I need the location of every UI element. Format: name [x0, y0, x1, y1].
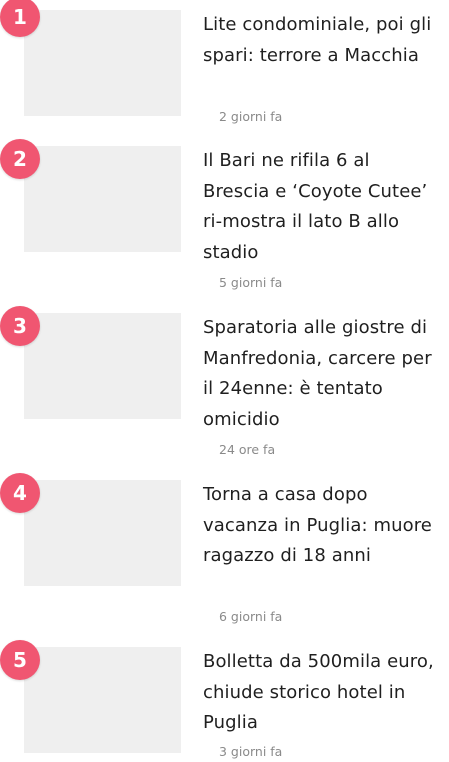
article-title-link[interactable]: Sparatoria alle giostre di Manfredonia, … [203, 313, 441, 435]
rank-badge: 5 [0, 640, 40, 680]
article-thumbnail[interactable] [24, 480, 181, 586]
article-timestamp: 5 giorni fa [219, 275, 283, 290]
article-timestamp: 2 giorni fa [219, 109, 283, 124]
most-read-list: 1 Lite condominiale, poi gli spari: terr… [0, 0, 449, 762]
article-thumbnail[interactable] [24, 146, 181, 252]
article-timestamp: 6 giorni fa [219, 609, 283, 624]
article-thumbnail[interactable] [24, 647, 181, 753]
article-title-link[interactable]: Bolletta da 500mila euro, chiude storico… [203, 647, 441, 739]
article-timestamp: 24 ore fa [219, 442, 276, 457]
rank-badge: 4 [0, 473, 40, 513]
rank-badge: 2 [0, 139, 40, 179]
rank-badge: 3 [0, 306, 40, 346]
article-title-link[interactable]: Il Bari ne rifila 6 al Brescia e ‘Coyote… [203, 146, 441, 268]
article-title-link[interactable]: Torna a casa dopo vacanza in Puglia: muo… [203, 480, 441, 572]
article-thumbnail[interactable] [24, 10, 181, 116]
article-title-link[interactable]: Lite condominiale, poi gli spari: terror… [203, 10, 441, 71]
article-thumbnail[interactable] [24, 313, 181, 419]
article-timestamp: 3 giorni fa [219, 744, 283, 759]
